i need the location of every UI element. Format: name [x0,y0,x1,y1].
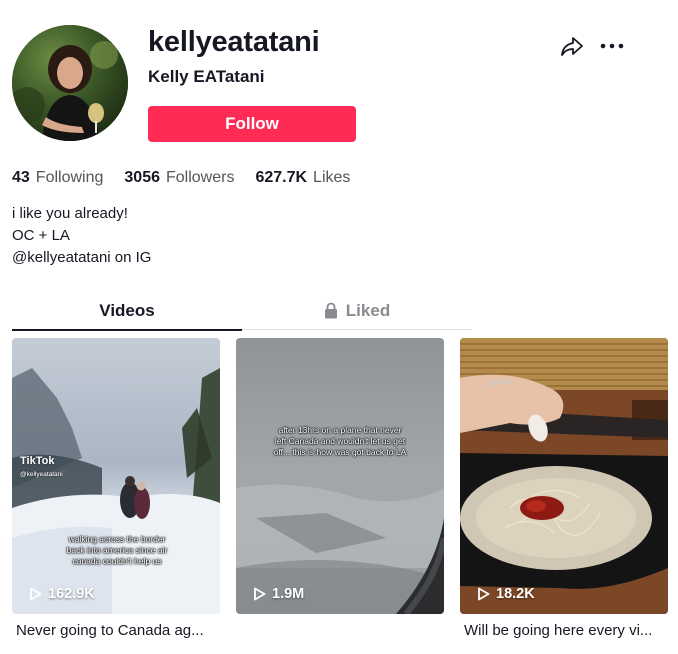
video-caption[interactable]: Never going to Canada ag... [16,622,220,639]
more-dots-icon[interactable] [600,36,624,56]
tiktok-watermark: TikTok [20,455,55,467]
profile-tabs: Videos Liked [12,294,472,331]
stat-followers[interactable]: 3056 Followers [124,169,234,187]
tab-label: Videos [99,301,155,320]
follow-button[interactable]: Follow [148,106,356,142]
view-count-value: 1.9M [272,586,305,602]
profile-stats: 43 Following 3056 Followers 627.7K Likes [12,169,371,187]
lock-icon [324,302,337,319]
profile-username: kellyeatatani [148,26,320,58]
play-icon [478,587,490,601]
bio-line: @kellyeatatani on IG [12,249,152,266]
video-thumbnail[interactable]: after 13hrs on a plane that never left C… [236,338,444,614]
tab-label: Liked [345,301,391,320]
video-thumbnail[interactable]: 18.2K [460,338,668,614]
plane-window-image [236,338,444,614]
tab-liked[interactable]: Liked [242,294,472,330]
stat-likes: 627.7K Likes [255,169,350,187]
video-card[interactable]: after 13hrs on a plane that never left C… [236,338,444,622]
avatar-photo [12,25,128,141]
view-count: 1.9M [253,586,304,602]
stat-value: 627.7K [255,169,308,186]
view-count: 18.2K [477,586,535,602]
stat-label: Likes [313,169,351,186]
video-card[interactable]: TikTok @kellyeatatani walking across the… [12,338,220,639]
video-caption[interactable]: Will be going here every vi... [464,622,668,639]
profile-nickname: Kelly EATatani [148,67,265,86]
stat-label: Following [35,169,104,186]
view-count-value: 18.2K [496,586,535,602]
video-grid: TikTok @kellyeatatani walking across the… [12,338,668,648]
play-icon [254,587,266,601]
tiktok-watermark-handle: @kellyeatatani [20,471,63,478]
share-arrow-icon[interactable] [560,34,584,58]
view-count-value: 162.9K [48,586,95,602]
avatar[interactable] [12,25,128,141]
video-card[interactable]: 18.2K Will be going here every vi... [460,338,668,639]
stat-value: 43 [12,169,30,186]
stat-value: 3056 [124,169,160,186]
view-count: 162.9K [29,586,95,602]
tab-videos[interactable]: Videos [12,294,242,330]
stat-following[interactable]: 43 Following [12,169,103,187]
bio-line: i like you already! [12,205,128,222]
video-overlay-text: walking across the border back into amer… [66,534,168,566]
play-icon [30,587,42,601]
stat-label: Followers [165,169,235,186]
ramen-bowl-image [460,338,668,614]
video-thumbnail[interactable]: TikTok @kellyeatatani walking across the… [12,338,220,614]
tab-active-indicator [12,329,242,331]
profile-bio: i like you already! OC + LA @kellyeatata… [12,203,151,269]
video-overlay-text: after 13hrs on a plane that never left C… [273,425,407,457]
bio-line: OC + LA [12,227,70,244]
